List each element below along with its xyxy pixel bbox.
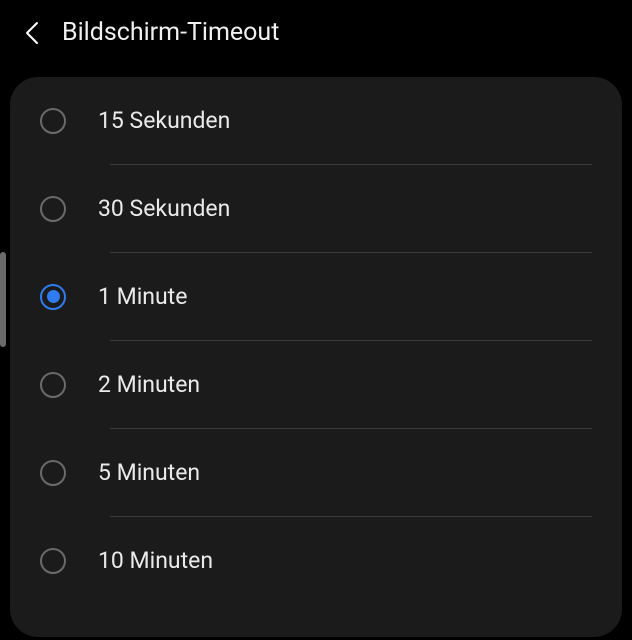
- radio-icon: [40, 372, 66, 398]
- option-15-sekunden[interactable]: 15 Sekunden: [40, 77, 592, 164]
- option-10-minuten[interactable]: 10 Minuten: [40, 517, 592, 604]
- page-title: Bildschirm-Timeout: [62, 18, 279, 47]
- back-icon[interactable]: [20, 21, 44, 45]
- radio-icon: [40, 460, 66, 486]
- option-5-minuten[interactable]: 5 Minuten: [40, 429, 592, 516]
- radio-icon: [40, 548, 66, 574]
- option-label: 15 Sekunden: [98, 107, 230, 134]
- option-2-minuten[interactable]: 2 Minuten: [40, 341, 592, 428]
- option-label: 2 Minuten: [98, 371, 200, 398]
- option-label: 5 Minuten: [98, 459, 200, 486]
- option-list: 15 Sekunden 30 Sekunden 1 Minute 2 Minut…: [10, 77, 622, 604]
- options-panel: 15 Sekunden 30 Sekunden 1 Minute 2 Minut…: [10, 77, 622, 637]
- header-bar: Bildschirm-Timeout: [0, 0, 632, 69]
- option-1-minute[interactable]: 1 Minute: [40, 253, 592, 340]
- option-label: 30 Sekunden: [98, 195, 230, 222]
- option-30-sekunden[interactable]: 30 Sekunden: [40, 165, 592, 252]
- radio-icon: [40, 196, 66, 222]
- radio-icon-selected: [40, 284, 66, 310]
- radio-icon: [40, 108, 66, 134]
- option-label: 1 Minute: [98, 283, 187, 310]
- option-label: 10 Minuten: [98, 547, 213, 574]
- scroll-indicator[interactable]: [0, 252, 6, 347]
